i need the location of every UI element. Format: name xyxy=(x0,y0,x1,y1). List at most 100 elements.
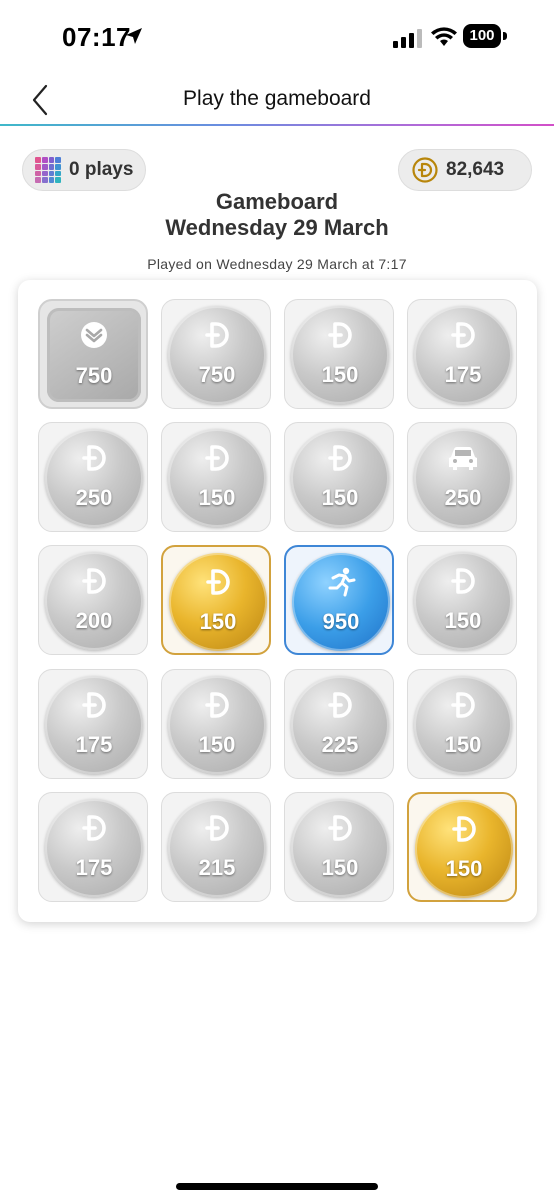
gameboard-tile[interactable]: 150 xyxy=(284,792,394,902)
tile-value: 150 xyxy=(445,856,483,881)
dollar-d-icon xyxy=(168,813,266,843)
tile-value: 150 xyxy=(444,732,482,757)
gameboard-tile[interactable]: 150 xyxy=(161,669,271,779)
nav-bar: Play the gameboard xyxy=(0,74,554,128)
tile-value: 175 xyxy=(75,732,113,757)
reward-coin: 150 xyxy=(291,799,389,897)
dollar-d-icon xyxy=(45,690,143,720)
points-coin-icon xyxy=(412,157,438,183)
dollar-d-icon xyxy=(414,320,512,350)
reward-coin: 175 xyxy=(45,799,143,897)
dollar-d-icon xyxy=(169,567,267,597)
tile-value: 150 xyxy=(321,362,359,387)
reward-coin: 150 xyxy=(414,676,512,774)
tile-value: 175 xyxy=(444,362,482,387)
gameboard-tile[interactable]: 150 xyxy=(284,299,394,409)
brand-chevron-icon xyxy=(47,320,141,350)
tile-value: 200 xyxy=(75,608,113,633)
gameboard-tile[interactable]: 250 xyxy=(407,422,517,532)
dollar-d-icon xyxy=(168,320,266,350)
dollar-d-icon xyxy=(45,443,143,473)
dollar-d-icon xyxy=(291,443,389,473)
battery-indicator: 100 xyxy=(463,24,501,48)
points-balance: 82,643 xyxy=(446,159,505,180)
gameboard-tile[interactable]: 200 xyxy=(38,545,148,655)
tile-value: 150 xyxy=(198,485,236,510)
reward-coin: 175 xyxy=(414,306,512,404)
reward-coin: 150 xyxy=(168,676,266,774)
gameboard-tile[interactable]: 150 xyxy=(284,422,394,532)
dollar-d-icon xyxy=(414,690,512,720)
wifi-icon xyxy=(431,27,457,46)
points-chip[interactable]: 82,643 xyxy=(398,149,532,191)
dollar-d-icon xyxy=(415,814,513,844)
gradient-divider xyxy=(0,124,554,126)
dollar-d-icon xyxy=(291,320,389,350)
tile-value: 215 xyxy=(198,855,236,880)
battery-nub xyxy=(503,32,507,40)
page-title: Play the gameboard xyxy=(183,87,371,110)
location-arrow-icon xyxy=(126,28,142,44)
reward-coin: 150 xyxy=(414,552,512,650)
tile-value: 150 xyxy=(321,485,359,510)
gameboard-tile[interactable]: 150 xyxy=(161,422,271,532)
dollar-d-icon xyxy=(291,690,389,720)
gameboard-tile[interactable]: 150 xyxy=(161,545,271,655)
reward-coin: 150 xyxy=(168,429,266,527)
tile-value: 250 xyxy=(75,485,113,510)
reward-coin: 215 xyxy=(168,799,266,897)
gameboard-tile[interactable]: 150 xyxy=(407,545,517,655)
tile-value: 150 xyxy=(199,609,237,634)
dollar-d-icon xyxy=(291,813,389,843)
reward-coin: 225 xyxy=(291,676,389,774)
dollar-d-icon xyxy=(45,566,143,596)
tile-value: 225 xyxy=(321,732,359,757)
tile-value: 150 xyxy=(198,732,236,757)
tile-value: 250 xyxy=(444,485,482,510)
cellular-signal-icon xyxy=(393,29,422,48)
gameboard-tile[interactable]: 150 xyxy=(407,792,517,902)
reward-coin: 250 xyxy=(414,429,512,527)
status-time: 07:17 xyxy=(62,22,131,52)
reward-coin: 150 xyxy=(291,306,389,404)
reward-plate: 750 xyxy=(47,308,141,402)
dollar-d-icon xyxy=(414,566,512,596)
gameboard-tile[interactable]: 250 xyxy=(38,422,148,532)
tile-value: 750 xyxy=(75,363,113,388)
runner-icon xyxy=(292,567,390,597)
gameboard-tile[interactable]: 175 xyxy=(38,792,148,902)
gameboard-tile[interactable]: 750 xyxy=(161,299,271,409)
reward-coin: 950 xyxy=(292,553,390,651)
gameboard-title: Gameboard xyxy=(215,189,339,214)
gameboard-tile[interactable]: 225 xyxy=(284,669,394,779)
status-bar: 07:17 100 xyxy=(0,0,554,74)
tile-value: 950 xyxy=(322,609,360,634)
reward-coin: 150 xyxy=(169,553,267,651)
tile-value: 175 xyxy=(75,855,113,880)
dollar-d-icon xyxy=(45,813,143,843)
reward-coin: 750 xyxy=(168,306,266,404)
gameboard-screen: 07:17 100 Play the gameboard 0 plays 82,… xyxy=(0,0,554,1200)
reward-coin: 200 xyxy=(45,552,143,650)
tile-value: 150 xyxy=(444,608,482,633)
gameboard-heading: Gameboard Wednesday 29 March xyxy=(0,189,554,241)
reward-coin: 150 xyxy=(415,800,513,898)
dollar-d-icon xyxy=(168,690,266,720)
home-indicator xyxy=(176,1183,378,1190)
gameboard-grid: 750 750 150 175 250 150 150 250 200 150 950 150 175 1… xyxy=(18,280,537,922)
tile-value: 750 xyxy=(198,362,236,387)
gameboard-tile[interactable]: 150 xyxy=(407,669,517,779)
dollar-d-icon xyxy=(168,443,266,473)
gameboard-tile[interactable]: 215 xyxy=(161,792,271,902)
gameboard-tile[interactable]: 175 xyxy=(38,669,148,779)
reward-coin: 175 xyxy=(45,676,143,774)
car-icon xyxy=(414,443,512,473)
plays-count: 0 plays xyxy=(69,159,134,180)
gameboard-grid-icon xyxy=(35,157,61,183)
gameboard-tile[interactable]: 175 xyxy=(407,299,517,409)
played-on-text: Played on Wednesday 29 March at 7:17 xyxy=(147,256,407,272)
gameboard-tile[interactable]: 950 xyxy=(284,545,394,655)
gameboard-tile[interactable]: 750 xyxy=(38,299,148,409)
plays-chip[interactable]: 0 plays xyxy=(22,149,146,191)
reward-coin: 150 xyxy=(291,429,389,527)
